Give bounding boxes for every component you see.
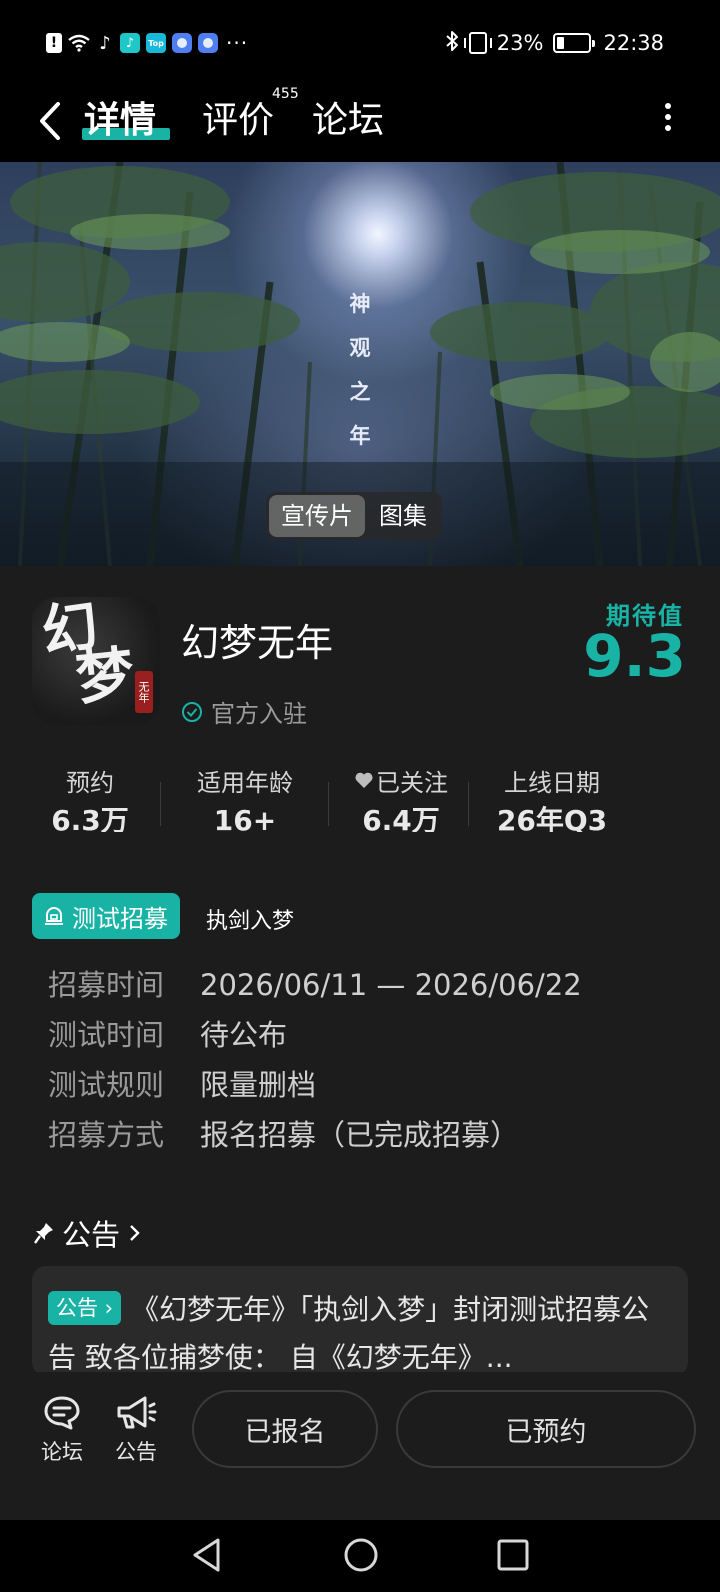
stat-release: 上线日期 26年Q3 <box>484 764 620 833</box>
clock: 22:38 <box>603 31 664 55</box>
chevron-right-icon <box>130 1225 140 1241</box>
info-key: 招募时间 <box>48 968 165 1002</box>
system-status: 23% 22:38 <box>445 26 664 60</box>
megaphone-icon <box>117 1396 157 1429</box>
recruit-name: 执剑入梦 <box>206 909 295 934</box>
divider <box>328 782 329 826</box>
more-menu-icon[interactable] <box>662 98 674 144</box>
verified-check-icon <box>182 701 202 722</box>
info-row-test-time: 测试时间 待公布 <box>48 1012 287 1054</box>
promo-banner[interactable]: 神观之年 宣传片 图集 <box>0 162 720 566</box>
battery-icon <box>553 33 596 53</box>
system-nav-bar <box>0 1520 720 1592</box>
info-value: 待公布 <box>200 1018 288 1052</box>
test-recruit-tag: 测试招募 <box>32 893 180 939</box>
reserved-button[interactable]: 已预约 <box>396 1390 696 1468</box>
bell-icon <box>45 907 63 925</box>
forum-shortcut[interactable]: 论坛 <box>32 1394 92 1466</box>
notice-card[interactable]: 公告 › 《幻梦无年》「执剑入梦」封闭测试招募公告 致各位捕梦使： 自《幻梦无年》… <box>32 1266 688 1376</box>
banner-title: 神观之年 <box>349 292 371 448</box>
status-bar: ! ♪ ♪ Top ··· 23% 22:38 <box>0 0 720 84</box>
official-label: 官方入驻 <box>211 700 307 728</box>
stat-label: 适用年龄 <box>197 768 293 797</box>
stat-label: 预约 <box>66 768 114 797</box>
official-badge: 官方入驻 <box>181 694 307 729</box>
alert-icon: ! <box>46 33 62 53</box>
nav-recents-icon[interactable] <box>496 1536 530 1574</box>
stat-value: 6.4万 <box>362 804 440 832</box>
stat-reservations: 预约 6.3万 <box>38 764 142 833</box>
info-key: 测试规则 <box>48 1068 165 1102</box>
gallery-tab[interactable]: 图集 <box>367 495 439 537</box>
app-header: 详情 评价 455 论坛 <box>0 84 720 162</box>
announcement-shortcut[interactable]: 公告 <box>106 1394 166 1466</box>
info-row-recruit-method: 招募方式 报名招募（已完成招募） <box>48 1112 519 1154</box>
notice-section-header[interactable]: 公告 <box>34 1212 142 1254</box>
browser2-icon <box>198 33 218 53</box>
media-toggle: 宣传片 图集 <box>266 492 442 540</box>
bluetooth-icon <box>445 30 459 57</box>
game-icon-seal: 无年 <box>135 671 153 713</box>
stat-value: 16+ <box>213 804 277 832</box>
stat-followers[interactable]: 已关注 6.4万 <box>340 764 462 832</box>
notice-tag-label: 公告 <box>56 1296 98 1320</box>
stat-label: 上线日期 <box>504 768 600 797</box>
notice-text: 《幻梦无年》「执剑入梦」封闭测试招募公告 致各位捕梦使： 自《幻梦无年》... <box>48 1293 650 1374</box>
forum-shortcut-label: 论坛 <box>41 1440 83 1464</box>
recruit-tag-label: 测试招募 <box>72 904 168 933</box>
stat-label-row: 已关注 <box>340 764 462 797</box>
stat-value: 6.3万 <box>51 804 129 832</box>
battery-percent: 23% <box>496 31 544 55</box>
more-notifications: ··· <box>226 31 249 55</box>
announcement-shortcut-label: 公告 <box>115 1440 157 1464</box>
info-value: 2026/06/11 — 2026/06/22 <box>200 968 582 1002</box>
game-title: 幻梦无年 <box>181 621 334 665</box>
tab-forum[interactable]: 论坛 <box>312 94 384 148</box>
registered-button[interactable]: 已报名 <box>192 1390 378 1468</box>
notice-heading: 公告 <box>62 1218 121 1252</box>
info-value: 报名招募（已完成招募） <box>200 1118 520 1152</box>
info-row-test-rule: 测试规则 限量删档 <box>48 1062 316 1104</box>
tab-detail[interactable]: 详情 <box>84 94 156 148</box>
notice-tag: 公告 › <box>48 1291 122 1325</box>
info-value: 限量删档 <box>200 1068 317 1102</box>
review-count-badge: 455 <box>272 86 299 102</box>
video-tab[interactable]: 宣传片 <box>269 495 365 537</box>
bottom-action-bar: 论坛 公告 已报名 已预约 <box>0 1372 720 1520</box>
notification-icons: ! ♪ ♪ Top ··· <box>46 30 248 56</box>
tiktok-lite-icon: ♪ <box>120 33 140 53</box>
info-key: 招募方式 <box>48 1118 165 1152</box>
tiktok-icon: ♪ <box>99 32 111 54</box>
pin-icon <box>34 1223 53 1244</box>
wifi-icon <box>68 33 90 53</box>
battery-level <box>557 37 565 49</box>
tab-review[interactable]: 评价 <box>202 94 274 148</box>
nav-home-icon[interactable] <box>342 1536 380 1574</box>
info-key: 测试时间 <box>48 1018 165 1052</box>
stat-value: 26年Q3 <box>496 804 608 832</box>
top-icon: Top <box>146 33 166 53</box>
notice-content: 公告 › 《幻梦无年》「执剑入梦」封闭测试招募公告 致各位捕梦使： 自《幻梦无年》… <box>48 1286 672 1376</box>
heart-icon <box>355 772 373 788</box>
info-row-recruit-time: 招募时间 2026/06/11 — 2026/06/22 <box>48 962 582 1004</box>
stat-age: 适用年龄 16+ <box>180 764 310 833</box>
back-icon[interactable] <box>34 98 70 144</box>
divider <box>468 782 469 826</box>
game-app-icon: 幻 梦 无年 <box>32 597 160 725</box>
divider <box>160 782 161 826</box>
browser-icon <box>172 33 192 53</box>
game-icon-char-2: 梦 <box>72 639 138 713</box>
stat-label: 已关注 <box>376 768 448 797</box>
stats-row: 预约 6.3万 适用年龄 16+ 已关注 6.4万 上线日期 26年Q3 <box>0 764 720 834</box>
screen: ! ♪ ♪ Top ··· 23% 22:38 详情 评价 455 论坛 神观之… <box>0 0 720 1592</box>
vibrate-icon <box>463 32 492 54</box>
expectation-score: 9.3 <box>583 622 686 690</box>
chat-bubble-icon <box>44 1396 80 1430</box>
nav-back-icon[interactable] <box>190 1536 224 1574</box>
